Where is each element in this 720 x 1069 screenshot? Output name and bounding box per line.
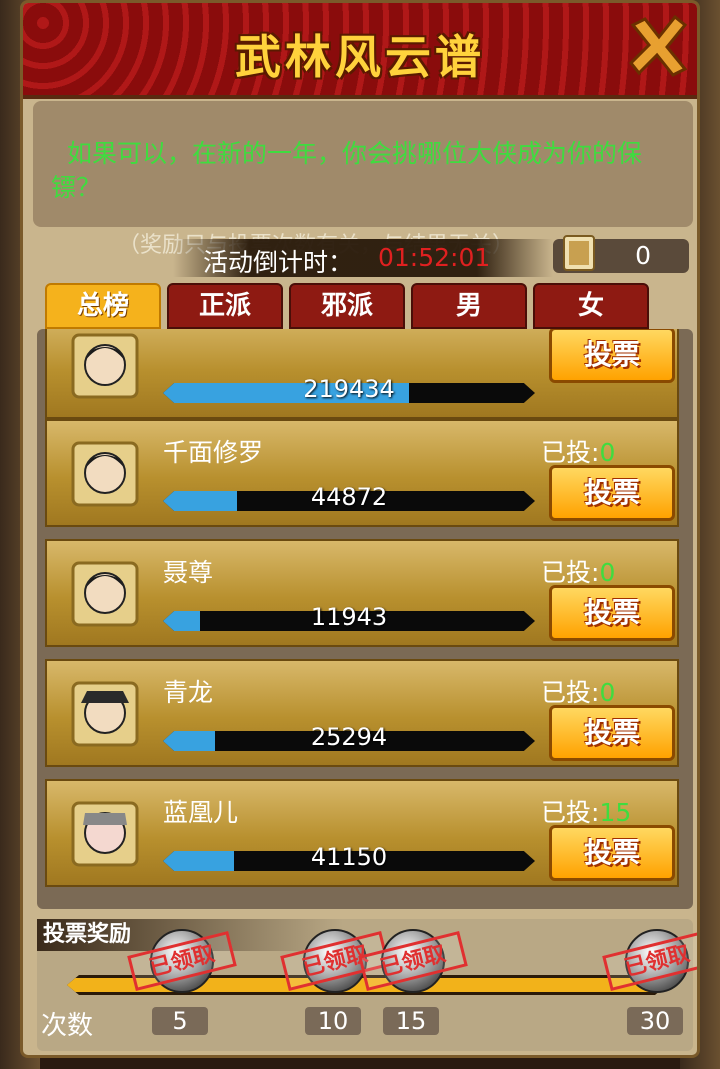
milestone-count: 10 [305, 1007, 361, 1035]
event-panel: 武林风云谱 如果可以，在新的一年，你会挑哪位大侠成为你的保镖？ （奖励只与投票次… [20, 0, 700, 1058]
vote-reward-panel: 投票奖励 次数 已领取 已领取 已领取 已领取 5 10 15 30 [37, 919, 697, 1051]
hero-ranking-list[interactable]: 219434 投票 千面修罗 已投:0 44872 投票 聂尊 已投:0 119… [37, 329, 693, 909]
milestone-count: 15 [383, 1007, 439, 1035]
reward-chest-icon[interactable]: 已领取 [280, 929, 390, 993]
voted-count: 已投:0 [541, 678, 616, 707]
tab-overall[interactable]: 总榜 [45, 283, 161, 329]
reward-chest-icon[interactable]: 已领取 [358, 929, 468, 993]
vote-total: 11943 [310, 603, 388, 631]
reward-chest-icon[interactable]: 已领取 [602, 929, 697, 993]
hero-name: 蓝凰儿 [163, 798, 239, 827]
close-icon[interactable] [623, 11, 693, 81]
hero-portrait-icon [71, 561, 139, 627]
voted-count: 已投:0 [541, 558, 616, 587]
vote-ticket-counter: 0 [553, 235, 689, 273]
milestone-count: 5 [152, 1007, 208, 1035]
hero-name: 聂尊 [163, 558, 214, 587]
count-label: 次数 [41, 1011, 94, 1041]
vote-button[interactable]: 投票 [549, 585, 675, 641]
countdown-value: 01:52:01 [378, 243, 491, 272]
vote-button[interactable]: 投票 [549, 705, 675, 761]
hero-portrait-icon [71, 801, 139, 867]
hero-row: 千面修罗 已投:0 44872 投票 [45, 419, 679, 527]
hero-row: 蓝凰儿 已投:15 41150 投票 [45, 779, 679, 887]
hero-name: 千面修罗 [163, 438, 264, 467]
hero-row: 青龙 已投:0 25294 投票 [45, 659, 679, 767]
hero-portrait-icon [71, 441, 139, 507]
countdown-banner: 活动倒计时： 01:52:01 [173, 239, 553, 277]
voted-count: 已投:0 [541, 438, 616, 467]
hero-name: 青龙 [163, 678, 214, 707]
milestone-count: 30 [627, 1007, 683, 1035]
ticket-book-icon [563, 235, 595, 271]
question-text: 如果可以，在新的一年，你会挑哪位大侠成为你的保镖？ [33, 101, 693, 227]
vote-total: 219434 [303, 375, 395, 403]
vote-button[interactable]: 投票 [549, 825, 675, 881]
tab-evil[interactable]: 邪派 [289, 283, 405, 329]
hero-row: 聂尊 已投:0 11943 投票 [45, 539, 679, 647]
vote-total: 25294 [310, 723, 388, 751]
hero-portrait-icon [71, 681, 139, 747]
claimed-stamp: 已领取 [602, 930, 697, 992]
vote-button[interactable]: 投票 [549, 465, 675, 521]
ticket-count: 0 [635, 241, 651, 270]
hero-portrait-icon [71, 333, 139, 399]
voted-count: 已投:15 [541, 798, 632, 827]
tab-righteous[interactable]: 正派 [167, 283, 283, 329]
hero-row: 219434 投票 [45, 329, 679, 419]
vote-total: 41150 [310, 843, 388, 871]
panel-header: 武林风云谱 [23, 3, 697, 99]
vote-button[interactable]: 投票 [549, 329, 675, 383]
tab-female[interactable]: 女 [533, 283, 649, 329]
panel-title: 武林风云谱 [235, 30, 485, 84]
tab-male[interactable]: 男 [411, 283, 527, 329]
vote-total: 44872 [310, 483, 388, 511]
reward-chest-icon[interactable]: 已领取 [127, 929, 237, 993]
countdown-label: 活动倒计时： [203, 248, 354, 277]
